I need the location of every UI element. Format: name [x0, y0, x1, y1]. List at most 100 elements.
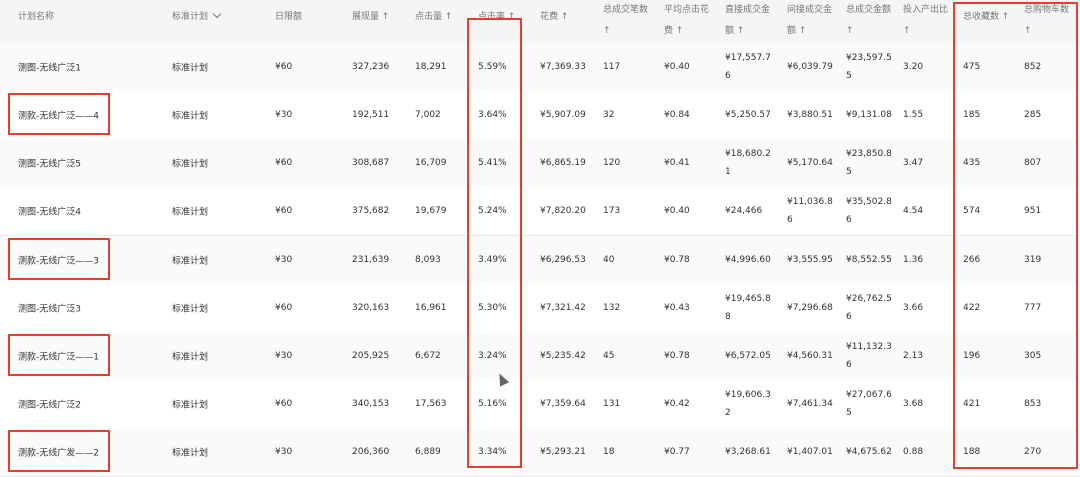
cell-daily-limit: ¥30: [275, 110, 293, 120]
cell-plan-type: 标准计划: [172, 352, 209, 363]
cell-daily-limit: ¥30: [275, 255, 293, 265]
plan-name-highlight: [8, 93, 110, 135]
cell-total-sales: ¥27,067.6 5: [846, 390, 892, 418]
col-header-clicks[interactable]: 点击量 ↑: [415, 6, 452, 28]
cell-orders: 18: [603, 447, 615, 457]
cell-daily-limit: ¥60: [275, 158, 293, 168]
cell-roi: 4.54: [903, 206, 924, 216]
cell-indirect-sales: ¥4,560.31: [787, 351, 833, 361]
col-header-plan[interactable]: 标准计划: [172, 6, 222, 28]
cell-plan-name: 测图-无线广泛4: [18, 207, 81, 218]
cell-total-sales: ¥4,675.62: [846, 447, 892, 457]
table-row[interactable]: 测图-无线广泛3 标准计划 ¥60 320,163 16,961 5.30% ¥7,321.…: [0, 284, 1080, 333]
cell-clicks: 19,679: [415, 206, 447, 216]
cell-direct-sales: ¥18,680.2 1: [725, 149, 771, 177]
cell-clicks: 18,291: [415, 62, 447, 72]
cell-orders: 45: [603, 351, 615, 361]
cell-total-sales: ¥11,132.3 6: [846, 342, 892, 370]
cell-orders: 131: [603, 399, 621, 409]
cell-roi: 3.47: [903, 158, 924, 168]
cell-indirect-sales: ¥6,039.79: [787, 62, 833, 72]
col-header-limit[interactable]: 日限额: [275, 6, 302, 28]
cell-daily-limit: ¥60: [275, 399, 293, 409]
col-header-impressions[interactable]: 展现量 ↑: [352, 6, 389, 28]
cell-clicks: 6,672: [415, 351, 441, 361]
cell-plan-type: 标准计划: [172, 256, 209, 267]
cell-roi: 2.13: [903, 351, 924, 361]
table-row[interactable]: 测图-无线广泛4 标准计划 ¥60 375,682 19,679 5.24% ¥7,820.…: [0, 187, 1080, 236]
cell-roi: 0.88: [903, 447, 924, 457]
cell-plan-type: 标准计划: [172, 304, 209, 315]
cell-orders: 40: [603, 255, 615, 265]
plan-name-highlight: [8, 238, 110, 280]
cell-direct-sales: ¥19,606.3 2: [725, 390, 771, 418]
plan-name-highlight: [8, 334, 110, 376]
cell-roi: 3.68: [903, 399, 924, 409]
chevron-down-icon: [212, 9, 222, 19]
cell-daily-limit: ¥60: [275, 206, 293, 216]
cell-impressions: 206,360: [352, 447, 390, 457]
plan-name-highlight: [8, 430, 110, 472]
cell-orders: 120: [603, 158, 621, 168]
col-header-orders[interactable]: 总成交笔数 ↑: [603, 0, 648, 42]
cell-clicks: 8,093: [415, 255, 441, 265]
cell-plan-name: 测图-无线广泛2: [18, 400, 81, 411]
cell-plan-name: 测图-无线广泛3: [18, 304, 81, 315]
table-header: 计划名称 标准计划 日限额 展现量 ↑ 点击量 ↑ 点击率 ↑ 花费 ↑ 总成交…: [0, 0, 1080, 43]
cell-daily-limit: ¥30: [275, 447, 293, 457]
col-header-cost[interactable]: 花费 ↑: [540, 6, 568, 28]
cell-avg-cpc: ¥0.41: [664, 158, 690, 168]
cell-avg-cpc: ¥0.40: [664, 62, 690, 72]
table-row[interactable]: 测款-无线广泛——4 标准计划 ¥30 192,511 7,002 3.64% ¥5,907…: [0, 91, 1080, 140]
table-row[interactable]: 测款-无线广泛——3 标准计划 ¥30 231,639 8,093 3.49% ¥6,296…: [0, 236, 1080, 285]
col-header-total[interactable]: 总成交金额 ↑: [846, 0, 891, 42]
col-header-roi[interactable]: 投入产出比 ↑: [903, 0, 948, 42]
cell-clicks: 16,709: [415, 158, 447, 168]
cell-impressions: 327,236: [352, 62, 390, 72]
cell-cost: ¥5,235.42: [540, 351, 586, 361]
cell-roi: 1.36: [903, 255, 924, 265]
col-header-direct[interactable]: 直接成交金额 ↑: [725, 0, 770, 42]
table-row[interactable]: 测图-无线广泛1 标准计划 ¥60 327,236 18,291 5.59% ¥7,369.…: [0, 43, 1080, 92]
col-header-cpc[interactable]: 平均点击花费 ↑: [664, 0, 709, 42]
table-row[interactable]: 测款-无线广发——2 标准计划 ¥30 206,360 6,889 3.34% ¥5,293…: [0, 428, 1080, 477]
cell-daily-limit: ¥60: [275, 62, 293, 72]
cell-indirect-sales: ¥3,555.95: [787, 255, 833, 265]
cell-clicks: 6,889: [415, 447, 441, 457]
cell-cost: ¥7,820.20: [540, 206, 586, 216]
cell-plan-type: 标准计划: [172, 400, 209, 411]
cell-total-sales: ¥8,552.55: [846, 255, 892, 265]
cell-impressions: 231,639: [352, 255, 390, 265]
col-header-indirect[interactable]: 间接成交金额 ↑: [787, 0, 832, 42]
table-row[interactable]: 测款-无线广泛——1 标准计划 ¥30 205,925 6,672 3.24% ¥5,235…: [0, 332, 1080, 381]
cell-cost: ¥5,907.09: [540, 110, 586, 120]
cell-direct-sales: ¥5,250.57: [725, 110, 771, 120]
table-row[interactable]: 测图-无线广泛2 标准计划 ¥60 340,153 17,563 5.16% ¥7,359.…: [0, 380, 1080, 429]
cell-cost: ¥6,296.53: [540, 255, 586, 265]
favorites-cart-highlight: [953, 2, 1078, 469]
col-header-name[interactable]: 计划名称: [18, 6, 54, 28]
cell-impressions: 375,682: [352, 206, 390, 216]
cell-avg-cpc: ¥0.78: [664, 255, 690, 265]
cell-orders: 32: [603, 110, 615, 120]
cell-impressions: 205,925: [352, 351, 390, 361]
cell-plan-type: 标准计划: [172, 159, 209, 170]
cell-indirect-sales: ¥5,170.64: [787, 158, 833, 168]
cell-direct-sales: ¥24,466: [725, 206, 763, 216]
cell-roi: 3.20: [903, 62, 924, 72]
cell-total-sales: ¥26,762.5 6: [846, 294, 892, 322]
cell-plan-name: 测图-无线广泛1: [18, 63, 81, 74]
cell-indirect-sales: ¥11,036.8 6: [787, 197, 833, 225]
cell-direct-sales: ¥19,465.8 8: [725, 294, 771, 322]
cell-impressions: 192,511: [352, 110, 390, 120]
cell-cost: ¥7,321.42: [540, 303, 586, 313]
cell-indirect-sales: ¥1,407.01: [787, 447, 833, 457]
cell-clicks: 17,563: [415, 399, 447, 409]
cell-total-sales: ¥23,597.5 5: [846, 53, 892, 81]
table-row[interactable]: 测图-无线广泛5 标准计划 ¥60 308,687 16,709 5.41% ¥6,865.…: [0, 139, 1080, 188]
cell-avg-cpc: ¥0.40: [664, 206, 690, 216]
cell-total-sales: ¥35,502.8 6: [846, 197, 892, 225]
cell-roi: 1.55: [903, 110, 924, 120]
cell-daily-limit: ¥60: [275, 303, 293, 313]
cell-clicks: 7,002: [415, 110, 441, 120]
